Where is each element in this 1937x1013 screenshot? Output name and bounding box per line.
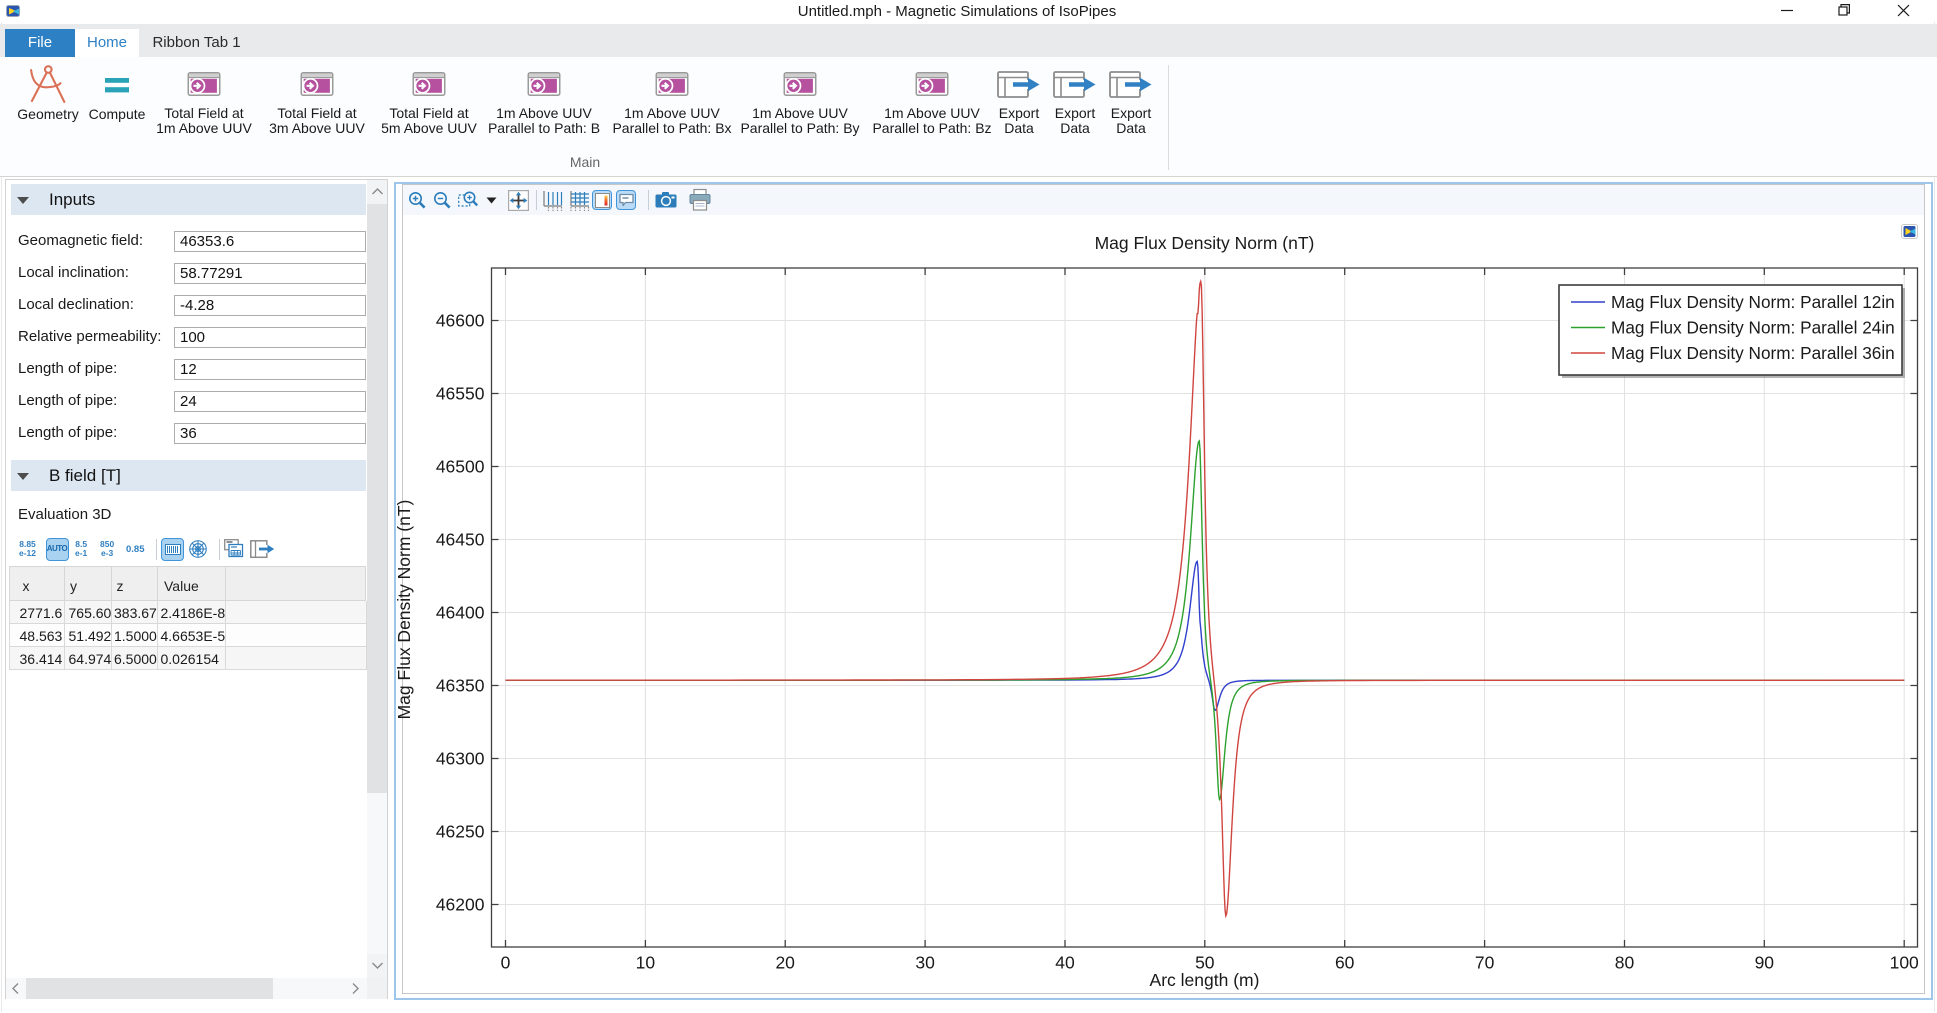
- svg-text:46200: 46200: [436, 895, 485, 915]
- svg-text:Mag Flux Density Norm: Paralle: Mag Flux Density Norm: Parallel 36in: [1611, 343, 1895, 363]
- svg-text:40: 40: [1055, 953, 1075, 973]
- svg-text:20: 20: [775, 953, 795, 973]
- svg-text:Mag Flux Density Norm (nT): Mag Flux Density Norm (nT): [394, 500, 414, 720]
- svg-text:60: 60: [1335, 953, 1355, 973]
- svg-text:46300: 46300: [436, 749, 485, 769]
- svg-text:46450: 46450: [436, 530, 485, 550]
- svg-text:90: 90: [1755, 953, 1775, 973]
- svg-text:46550: 46550: [436, 384, 485, 404]
- svg-text:10: 10: [636, 953, 656, 973]
- svg-text:46500: 46500: [436, 457, 485, 477]
- svg-text:0: 0: [501, 953, 511, 973]
- svg-text:80: 80: [1615, 953, 1635, 973]
- svg-text:30: 30: [915, 953, 935, 973]
- svg-text:46600: 46600: [436, 311, 485, 331]
- svg-text:Mag Flux Density Norm: Paralle: Mag Flux Density Norm: Parallel 12in: [1611, 292, 1895, 312]
- svg-text:Mag Flux Density Norm: Paralle: Mag Flux Density Norm: Parallel 24in: [1611, 318, 1895, 338]
- svg-text:Arc length (m): Arc length (m): [1150, 970, 1260, 990]
- svg-text:46350: 46350: [436, 676, 485, 696]
- svg-text:46400: 46400: [436, 603, 485, 623]
- svg-text:100: 100: [1890, 953, 1919, 973]
- svg-text:Mag Flux Density Norm (nT): Mag Flux Density Norm (nT): [1095, 233, 1315, 253]
- svg-text:70: 70: [1475, 953, 1495, 973]
- svg-text:46250: 46250: [436, 822, 485, 842]
